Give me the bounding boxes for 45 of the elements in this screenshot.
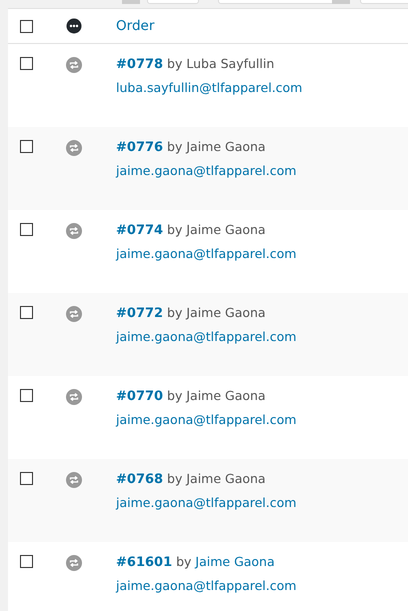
order-summary: #0770 by Jaime Gaona	[116, 387, 267, 406]
order-summary: #0776 by Jaime Gaona	[116, 138, 267, 157]
customer-link[interactable]: Jaime Gaona	[195, 554, 275, 569]
order-link[interactable]: #0772	[116, 306, 164, 321]
repeat-icon	[66, 140, 82, 156]
repeat-icon	[66, 306, 82, 322]
repeat-icon	[66, 223, 82, 239]
customer-name: Jaime Gaona	[186, 305, 266, 320]
checkbox[interactable]	[20, 140, 33, 153]
customer-name: Luba Sayfullin	[186, 56, 274, 71]
email-link[interactable]: jaime.gaona@tlfapparel.com	[116, 244, 296, 264]
checkbox[interactable]	[20, 223, 33, 236]
checkbox[interactable]	[20, 555, 33, 568]
order-summary: #0768 by Jaime Gaona	[116, 470, 267, 489]
customer-name: Jaime Gaona	[186, 222, 266, 237]
checkbox[interactable]	[20, 472, 33, 485]
customer-name: Jaime Gaona	[186, 388, 266, 403]
repeat-icon	[66, 57, 82, 73]
column-header[interactable]: Order	[116, 16, 154, 36]
order-link[interactable]: #0776	[116, 140, 164, 155]
order-link[interactable]: #0768	[116, 472, 164, 487]
order-summary: #61601 by Jaime Gaona	[116, 553, 276, 572]
repeat-icon	[66, 555, 82, 571]
email-link[interactable]: jaime.gaona@tlfapparel.com	[116, 410, 296, 430]
customer-name: Jaime Gaona	[186, 139, 266, 154]
order-link[interactable]: #61601	[116, 555, 172, 570]
order-summary: #0772 by Jaime Gaona	[116, 304, 267, 323]
email-link[interactable]: jaime.gaona@tlfapparel.com	[116, 576, 296, 596]
email-link[interactable]: jaime.gaona@tlfapparel.com	[116, 162, 296, 180]
order-summary: #0774 by Jaime Gaona	[116, 221, 267, 240]
checkbox[interactable]	[20, 306, 33, 319]
checkbox[interactable]	[20, 389, 33, 402]
order-link[interactable]: #0774	[116, 223, 164, 238]
email-link[interactable]: luba.sayfullin@tlfapparel.com	[116, 78, 302, 98]
email-link[interactable]: jaime.gaona@tlfapparel.com	[116, 328, 296, 346]
order-summary: #0778 by Luba Sayfullin	[116, 55, 276, 74]
more-icon	[66, 18, 82, 34]
checkbox[interactable]	[20, 20, 33, 32]
order-link[interactable]: #0778	[116, 57, 164, 72]
repeat-icon	[66, 389, 82, 405]
email-link[interactable]: jaime.gaona@tlfapparel.com	[116, 494, 296, 512]
checkbox[interactable]	[20, 57, 33, 70]
order-link[interactable]: #0770	[116, 389, 164, 404]
repeat-icon	[66, 472, 82, 488]
customer-name: Jaime Gaona	[186, 471, 266, 486]
